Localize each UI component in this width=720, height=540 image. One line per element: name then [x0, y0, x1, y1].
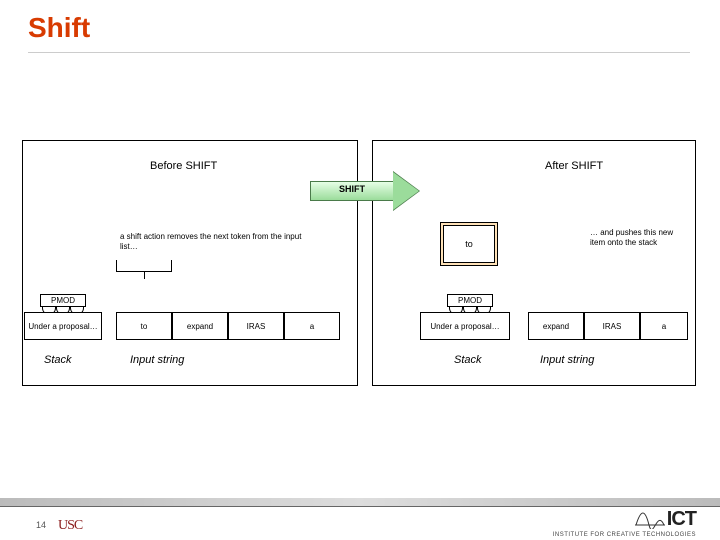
after-token-iras: IRAS	[584, 312, 640, 340]
before-token-iras: IRAS	[228, 312, 284, 340]
after-token-a: a	[640, 312, 688, 340]
before-stack-cell: Under a proposal…	[24, 312, 102, 340]
ict-wave-icon	[635, 505, 665, 529]
before-token-expand: expand	[172, 312, 228, 340]
shift-arrow-label: SHIFT	[310, 184, 394, 194]
pmod-label: PMOD	[447, 294, 493, 307]
before-token-a: a	[284, 312, 340, 340]
slide-title: Shift	[28, 12, 90, 44]
before-token-to: to	[116, 312, 172, 340]
before-panel	[22, 140, 358, 386]
usc-logo: USC	[58, 518, 82, 534]
pmod-label: PMOD	[40, 294, 86, 307]
title-underline	[28, 52, 690, 53]
before-stack-label: Stack	[44, 354, 72, 366]
after-token-expand: expand	[528, 312, 584, 340]
page-number: 14	[36, 520, 46, 530]
before-input-label: Input string	[130, 354, 184, 366]
after-stack-label: Stack	[454, 354, 482, 366]
shift-arrow: SHIFT	[310, 172, 420, 210]
after-input-label: Input string	[540, 354, 594, 366]
ict-subtext: INSTITUTE FOR CREATIVE TECHNOLOGIES	[553, 532, 696, 538]
after-header: After SHIFT	[545, 160, 603, 172]
ict-logo: ICT INSTITUTE FOR CREATIVE TECHNOLOGIES	[553, 505, 696, 538]
after-panel	[372, 140, 696, 386]
after-pushed-to-inner: to	[443, 225, 495, 263]
after-desc: … and pushes this new item onto the stac…	[590, 228, 686, 248]
before-desc: a shift action removes the next token fr…	[120, 232, 310, 252]
ict-text: ICT	[667, 508, 696, 531]
before-header: Before SHIFT	[150, 160, 217, 172]
after-stack-cell: Under a proposal…	[420, 312, 510, 340]
before-bracket	[116, 260, 172, 272]
